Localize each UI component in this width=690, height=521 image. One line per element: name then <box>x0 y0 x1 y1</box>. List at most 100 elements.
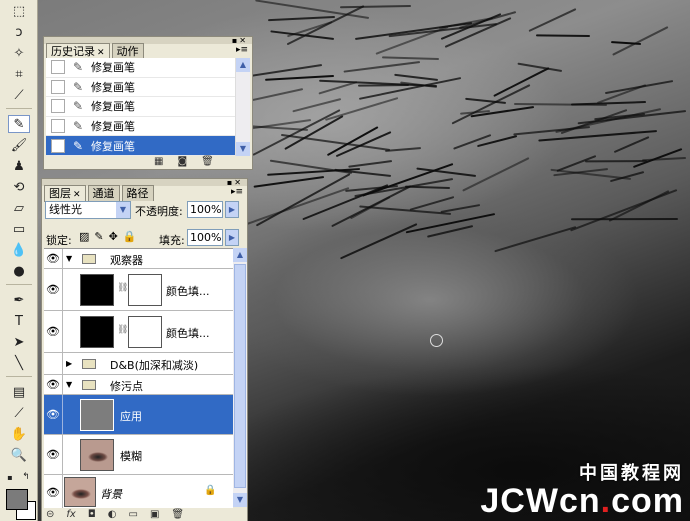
lock-position-icon[interactable]: ✥ <box>109 230 118 243</box>
visibility-eye-icon[interactable]: 👁 <box>44 435 63 474</box>
watermark: 中国教程网 JCWcn.com <box>480 459 684 518</box>
layer-row-selected[interactable]: 👁 应用 <box>44 395 233 435</box>
type-tool-icon[interactable]: T <box>8 312 30 330</box>
healing-brush-tool-icon[interactable]: ✎ <box>8 115 30 133</box>
history-source-checkbox[interactable] <box>51 60 65 75</box>
layer-row[interactable]: 👁 模糊 <box>44 435 233 475</box>
slice-tool-icon[interactable]: ⟋ <box>8 86 30 104</box>
tab-paths[interactable]: 路径 <box>121 185 154 201</box>
adjustment-layer-icon[interactable]: ◐ <box>108 509 117 520</box>
delete-state-icon[interactable]: 🗑 <box>201 156 214 167</box>
history-item[interactable]: ✎ 修复画笔 <box>46 58 236 78</box>
history-item-label: 修复画笔 <box>91 139 135 153</box>
visibility-eye-icon[interactable]: 👁 <box>44 475 63 508</box>
lock-icon: 🔒 <box>204 485 217 496</box>
layer-row[interactable]: 👁 背景 🔒 <box>44 475 233 508</box>
tab-channels[interactable]: 通道 <box>87 185 120 201</box>
collapse-triangle-icon[interactable]: ▶ <box>66 359 72 368</box>
new-document-from-state-icon[interactable]: ▦ <box>154 156 163 167</box>
default-colors-icon[interactable]: ▪ <box>4 468 16 486</box>
layer-style-fx-icon[interactable]: fx <box>66 509 75 520</box>
delete-layer-icon[interactable]: 🗑 <box>171 509 184 520</box>
blur-tool-icon[interactable]: 💧 <box>8 241 30 259</box>
eyedropper-tool-icon[interactable]: ⟋ <box>8 404 30 422</box>
layer-group-row[interactable]: 👁 ▼ 修污点 <box>44 375 233 395</box>
tab-actions[interactable]: 动作 <box>111 43 144 59</box>
tab-layers[interactable]: 图层 ✕ <box>44 185 86 202</box>
history-item[interactable]: ✎ 修复画笔 <box>46 97 236 117</box>
history-source-checkbox[interactable] <box>51 99 65 114</box>
new-group-icon[interactable]: ▭ <box>129 509 138 520</box>
visibility-eye-icon[interactable]: 👁 <box>44 249 63 268</box>
history-source-checkbox[interactable] <box>51 119 65 134</box>
new-layer-icon[interactable]: ▣ <box>150 509 159 520</box>
lasso-tool-icon[interactable]: ↄ <box>8 23 30 41</box>
folder-icon <box>82 380 96 390</box>
close-icon[interactable]: ✕ <box>97 48 105 58</box>
visibility-eye-icon[interactable]: 👁 <box>44 395 63 434</box>
fill-slider-arrow-icon[interactable]: ▶ <box>225 229 239 246</box>
panel-menu-icon[interactable]: ▸≡ <box>236 45 248 55</box>
dodge-tool-icon[interactable]: ● <box>8 262 30 280</box>
panel-menu-icon[interactable]: ▸≡ <box>231 187 243 197</box>
eyelash-stroke <box>292 98 342 113</box>
crop-tool-icon[interactable]: ⌗ <box>8 65 30 83</box>
close-icon[interactable]: ✕ <box>73 190 81 200</box>
magic-wand-tool-icon[interactable]: ✧ <box>8 44 30 62</box>
history-item[interactable]: ✎ 修复画笔 <box>46 117 236 137</box>
visibility-eye-icon[interactable]: 👁 <box>44 375 63 394</box>
notes-tool-icon[interactable]: ▤ <box>8 383 30 401</box>
scroll-down-icon[interactable]: ▼ <box>236 142 250 156</box>
blend-mode-select[interactable]: 线性光 ▼ <box>45 201 131 219</box>
visibility-eye-icon[interactable]: 👁 <box>44 311 63 352</box>
lock-all-icon[interactable]: 🔒 <box>123 230 137 243</box>
link-layers-icon[interactable]: ⊝ <box>46 509 54 520</box>
clone-stamp-tool-icon[interactable]: ♟ <box>8 157 30 175</box>
eyelash-stroke <box>555 108 661 134</box>
opacity-slider-arrow-icon[interactable]: ▶ <box>225 201 239 218</box>
layer-name: D&B(加深和减淡) <box>110 359 199 372</box>
add-mask-icon[interactable]: ◘ <box>88 509 96 520</box>
history-source-checkbox[interactable] <box>51 138 65 153</box>
foreground-color-swatch[interactable] <box>6 489 28 510</box>
toolbar-divider <box>6 284 32 285</box>
fill-input[interactable]: 100% <box>187 229 223 246</box>
layers-scrollbar[interactable]: ▲ ▼ <box>233 248 247 507</box>
history-brush-tool-icon[interactable]: ⟲ <box>8 178 30 196</box>
scroll-up-icon[interactable]: ▲ <box>233 248 247 262</box>
expand-triangle-icon[interactable]: ▼ <box>66 380 72 389</box>
line-tool-icon[interactable]: ╲ <box>8 354 30 372</box>
panel-window-buttons[interactable]: ▪✕ <box>232 36 248 45</box>
layer-mask-thumbnail <box>128 274 162 306</box>
visibility-eye-icon[interactable]: 👁 <box>44 269 63 310</box>
path-selection-tool-icon[interactable]: ➤ <box>8 333 30 351</box>
lock-transparency-icon[interactable]: ▨ <box>79 230 89 243</box>
marquee-tool-icon[interactable]: ⬚ <box>8 2 30 20</box>
new-snapshot-icon[interactable]: ◙ <box>177 156 187 167</box>
layer-group-row[interactable]: ▶ D&B(加深和减淡) <box>44 353 233 375</box>
history-source-checkbox[interactable] <box>51 79 65 94</box>
scroll-thumb[interactable] <box>234 264 246 488</box>
zoom-tool-icon[interactable]: 🔍 <box>8 446 30 464</box>
layer-group-row[interactable]: 👁 ▼ 观察器 <box>44 249 233 269</box>
swap-colors-icon[interactable]: ↰ <box>20 468 32 486</box>
history-item-selected[interactable]: ✎ 修复画笔 <box>46 136 236 156</box>
eraser-tool-icon[interactable]: ▱ <box>8 199 30 217</box>
scroll-up-icon[interactable]: ▲ <box>236 58 250 72</box>
visibility-eye-off[interactable] <box>44 353 63 374</box>
history-item[interactable]: ✎ 修复画笔 <box>46 78 236 98</box>
chevron-down-icon[interactable]: ▼ <box>116 202 130 218</box>
brush-tool-icon[interactable]: 🖌 <box>8 136 30 154</box>
lock-pixels-icon[interactable]: ✎ <box>94 230 103 243</box>
opacity-input[interactable]: 100% <box>187 201 223 218</box>
panel-window-buttons[interactable]: ▪✕ <box>227 178 243 187</box>
scroll-down-icon[interactable]: ▼ <box>233 493 247 507</box>
eyelash-stroke <box>340 5 411 9</box>
hand-tool-icon[interactable]: ✋ <box>8 425 30 443</box>
pen-tool-icon[interactable]: ✒ <box>8 291 30 309</box>
gradient-tool-icon[interactable]: ▭ <box>8 220 30 238</box>
expand-triangle-icon[interactable]: ▼ <box>66 254 72 263</box>
history-scrollbar[interactable]: ▲ ▼ <box>235 58 250 156</box>
layer-row[interactable]: 👁 ⛓ 颜色填... <box>44 269 233 311</box>
layer-row[interactable]: 👁 ⛓ 颜色填... <box>44 311 233 353</box>
